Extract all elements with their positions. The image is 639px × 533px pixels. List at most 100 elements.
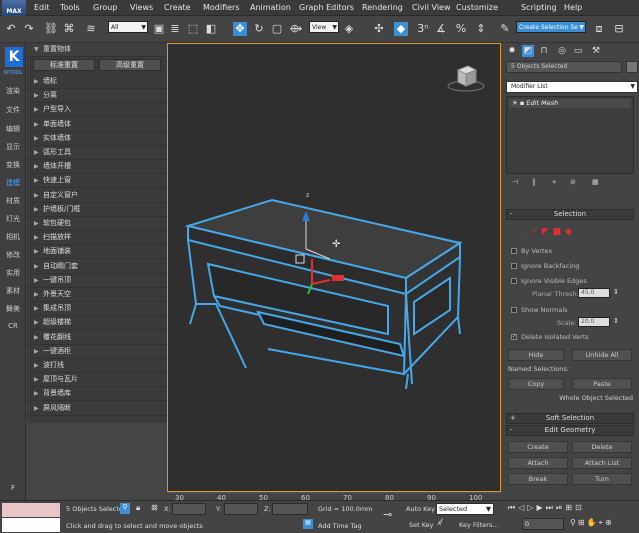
paste-button[interactable]: Paste xyxy=(572,378,632,390)
select-rotate-icon[interactable]: ↻ xyxy=(252,22,266,36)
soft-selection-rollout-header[interactable]: + Soft Selection xyxy=(506,413,634,424)
menu-edit[interactable]: Edit xyxy=(34,3,50,12)
rail-item-edit[interactable]: 编辑 xyxy=(0,124,26,134)
menu-tools[interactable]: Tools xyxy=(60,3,80,12)
plugin-tool-item[interactable]: ▶ 自定义窗户 xyxy=(27,189,167,203)
align-icon[interactable]: ⊟ xyxy=(612,22,626,36)
spinner-arrows-icon[interactable]: ⇕ xyxy=(613,288,619,296)
plugin-tool-item[interactable]: ▶ 护墙板/门框 xyxy=(27,203,167,217)
plugin-tool-item[interactable]: ▶ 背景墙库 xyxy=(27,387,167,402)
select-object-icon[interactable]: ▣ xyxy=(152,22,166,36)
create-tab-icon[interactable]: ✸ xyxy=(506,45,518,57)
set-key-button[interactable]: Set Key xyxy=(409,521,434,529)
percent-snap-icon[interactable]: % xyxy=(454,22,468,36)
link-icon[interactable]: ⛓ xyxy=(44,22,58,36)
mirror-icon[interactable]: ⧈ xyxy=(592,22,606,36)
lock-selection-icon[interactable]: 🔒︎ xyxy=(136,503,140,513)
app-logo[interactable]: MAX xyxy=(2,0,26,16)
kitool-logo[interactable]: K xyxy=(5,47,23,67)
configure-modifier-sets-icon[interactable]: ▦ xyxy=(592,178,599,186)
plugin-tool-item[interactable]: ▶ 一键吊顶 xyxy=(27,274,167,288)
spinner-arrows-icon[interactable]: ⇕ xyxy=(613,317,619,325)
spinner-snap-icon[interactable]: ⇕ xyxy=(474,22,488,36)
by-vertex-checkbox[interactable]: By Vertex xyxy=(511,247,552,255)
viewport-navigation-controls[interactable]: ⚲⊞✋⌖⊕ xyxy=(570,518,638,530)
hide-button[interactable]: Hide xyxy=(508,349,564,361)
rail-item-light[interactable]: 灯光 xyxy=(0,214,26,224)
menu-scripting[interactable]: Scripting xyxy=(521,3,557,12)
plugin-tool-item[interactable]: ▶ 扫描放样 xyxy=(27,231,167,246)
scale-spinner[interactable]: 20.0 xyxy=(578,317,610,327)
angle-snap-icon[interactable]: ∡ xyxy=(434,22,448,36)
attach-button[interactable]: Attach xyxy=(508,457,568,469)
object-color-swatch[interactable] xyxy=(626,61,638,73)
time-tag-icon[interactable]: ▤ xyxy=(303,519,313,529)
rail-item-cr[interactable]: CR xyxy=(0,322,26,330)
unhide-all-button[interactable]: Unhide All xyxy=(572,349,632,361)
modify-tab-icon[interactable]: ◩ xyxy=(522,45,534,57)
select-place-icon[interactable]: ⟴ xyxy=(289,22,303,36)
window-crossing-icon[interactable]: ◧ xyxy=(204,22,218,36)
plugin-tool-item[interactable]: ▶ 集成吊顶 xyxy=(27,302,167,317)
undo-icon[interactable]: ↶ xyxy=(4,22,18,36)
create-button[interactable]: Create xyxy=(508,441,568,453)
remove-modifier-icon[interactable]: ⊘ xyxy=(570,178,576,186)
unlink-icon[interactable]: ⌘ xyxy=(62,22,76,36)
plugin-tool-item[interactable]: ▶ 自动踢门套 xyxy=(27,260,167,274)
selection-filter-dropdown[interactable]: All ▼ xyxy=(108,21,148,33)
menu-help[interactable]: Help xyxy=(564,3,582,12)
rail-item-display[interactable]: 显示 xyxy=(0,142,26,152)
auto-key-button[interactable]: Auto Key xyxy=(406,505,435,513)
select-by-name-icon[interactable]: ≣ xyxy=(168,22,182,36)
reference-coordinate-dropdown[interactable]: View ▼ xyxy=(309,21,339,33)
plugin-tool-item[interactable]: ▶ 外景天空 xyxy=(27,288,167,302)
menu-customize[interactable]: Customize xyxy=(456,3,498,12)
plugin-tool-item[interactable]: ▶ 实体墙体 xyxy=(27,132,167,146)
plugin-tool-item[interactable]: ▶ 墙体开槽 xyxy=(27,160,167,175)
bind-space-warp-icon[interactable]: ≋ xyxy=(84,22,98,36)
make-unique-icon[interactable]: ⋄ xyxy=(552,178,556,186)
show-end-result-icon[interactable]: ‖ xyxy=(532,178,536,186)
plugin-tool-item[interactable]: ▶ 快速上窗 xyxy=(27,174,167,189)
plugin-tool-item[interactable]: ▶ 屏风隔断 xyxy=(27,402,167,416)
rail-item-render[interactable]: 渲染 xyxy=(0,86,26,96)
redo-icon[interactable]: ↷ xyxy=(22,22,36,36)
utilities-tab-icon[interactable]: ⚒ xyxy=(590,45,602,57)
plugin-tool-item[interactable]: ▶ 一键酒柜 xyxy=(27,345,167,359)
attach-list-button[interactable]: Attach List xyxy=(572,457,632,469)
planar-thresh-spinner[interactable]: 45.0 xyxy=(578,288,610,298)
key-selection-dropdown[interactable]: Selected ▼ xyxy=(436,503,494,515)
delete-isolated-verts-checkbox[interactable]: ✓ Delete Isolated Verts xyxy=(511,333,589,341)
table-model[interactable] xyxy=(184,198,463,390)
set-key-key-icon[interactable]: ⊸ xyxy=(383,508,392,521)
break-button[interactable]: Break xyxy=(508,473,568,485)
viewcube-icon[interactable] xyxy=(447,65,485,92)
plugin-tool-item[interactable]: ▶ 覆花翻线 xyxy=(27,331,167,345)
delete-button[interactable]: Delete xyxy=(572,441,632,453)
menu-graph-editors[interactable]: Graph Editors xyxy=(299,3,354,12)
named-selection-dropdown[interactable]: Create Selection Se ▼ xyxy=(516,21,586,33)
menu-modifiers[interactable]: Modifiers xyxy=(203,3,240,12)
rail-item-transform[interactable]: 变换 xyxy=(0,160,26,170)
maxscript-listener[interactable] xyxy=(2,503,60,517)
menu-animation[interactable]: Animation xyxy=(250,3,291,12)
rail-item-modeling[interactable]: 建模 xyxy=(0,178,26,188)
edit-geometry-rollout-header[interactable]: - Edit Geometry xyxy=(506,425,634,436)
show-normals-checkbox[interactable]: Show Normals xyxy=(511,306,568,314)
menu-group[interactable]: Group xyxy=(93,3,117,12)
plugin-tool-item[interactable]: ▶ 墙标 xyxy=(27,75,167,89)
pin-stack-icon[interactable]: ⊣ xyxy=(512,178,518,186)
menu-civil-view[interactable]: Civil View xyxy=(412,3,451,12)
manipulate-icon[interactable]: ✣ xyxy=(372,22,386,36)
add-time-tag-button[interactable]: Add Time Tag xyxy=(318,522,362,530)
rail-footer[interactable]: F xyxy=(0,484,26,492)
lightbulb-icon[interactable]: ☀ ▪ xyxy=(512,99,526,107)
standard-reset-button[interactable]: 标准重置 xyxy=(33,59,95,71)
copy-button[interactable]: Copy xyxy=(508,378,564,390)
rail-item-camera[interactable]: 相机 xyxy=(0,232,26,242)
ignore-backfacing-checkbox[interactable]: Ignore Backfacing xyxy=(511,262,579,270)
rail-item-file[interactable]: 文件 xyxy=(0,105,26,115)
rail-item-assets[interactable]: 素材 xyxy=(0,286,26,296)
plugin-tool-item[interactable]: ▶ 分离 xyxy=(27,89,167,104)
modifier-list-dropdown[interactable]: Modifier List ▼ xyxy=(506,81,638,93)
